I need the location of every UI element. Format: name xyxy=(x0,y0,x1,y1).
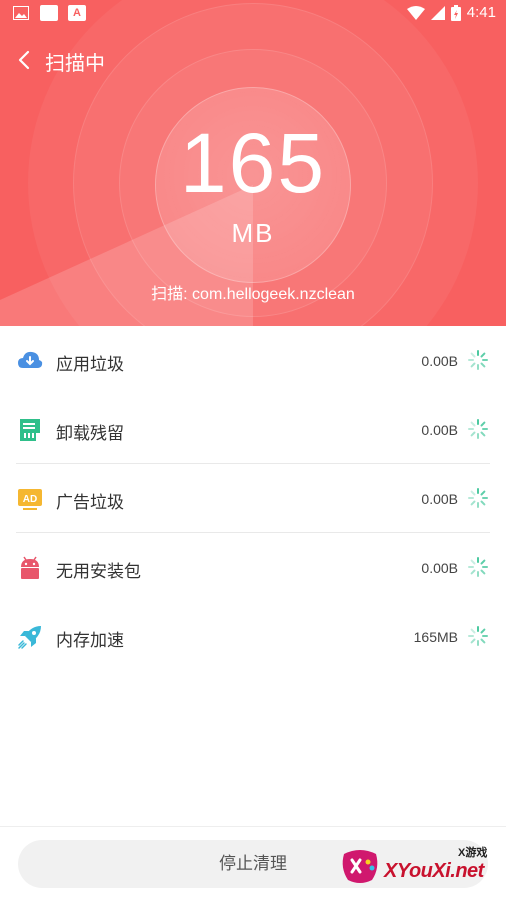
page-title: 扫描中 xyxy=(45,53,105,75)
image-notification-icon xyxy=(12,5,30,21)
document-notification-icon xyxy=(40,5,58,21)
scan-hero: A 4:41 扫描中 165 MB 扫描: com.hellogeek.nzcl… xyxy=(0,0,506,326)
category-label: 无用安装包 xyxy=(56,562,141,581)
list-item-useless-apk[interactable]: 无用安装包 0.00B xyxy=(0,533,506,602)
category-label: 应用垃圾 xyxy=(56,355,124,374)
battery-icon xyxy=(450,4,461,21)
list-item-memory-boost[interactable]: 内存加速 165MB xyxy=(0,602,506,671)
loading-spinner-icon xyxy=(468,350,488,370)
font-notification-icon: A xyxy=(68,5,86,21)
status-time: 4:41 xyxy=(466,4,496,21)
category-label: 卸载残留 xyxy=(56,424,124,443)
scanning-item: 扫描: com.hellogeek.nzclean xyxy=(151,286,355,303)
category-size: 165MB xyxy=(413,629,458,645)
uninstall-residue-icon xyxy=(20,419,40,441)
status-bar: A 4:41 xyxy=(0,0,506,28)
loading-spinner-icon xyxy=(468,557,488,577)
rocket-icon xyxy=(18,626,41,649)
list-item-uninstall-residue[interactable]: 卸载残留 0.00B xyxy=(0,395,506,464)
category-size: 0.00B xyxy=(421,422,458,438)
junk-category-list: 应用垃圾 0.00B 卸载残留 0.00B AD 广告垃圾 0.00B 无用安装… xyxy=(0,326,506,671)
svg-text:AD: AD xyxy=(23,494,37,505)
app-bar: 扫描中 xyxy=(0,40,506,80)
category-size: 0.00B xyxy=(421,560,458,576)
watermark-logo-icon xyxy=(342,850,378,883)
ad-icon: AD xyxy=(18,489,42,510)
loading-spinner-icon xyxy=(468,626,488,646)
loading-spinner-icon xyxy=(468,488,488,508)
category-size: 0.00B xyxy=(421,353,458,369)
cloud-download-icon xyxy=(18,351,43,368)
category-size: 0.00B xyxy=(421,491,458,507)
watermark-text: XYouXi.net xyxy=(384,860,484,882)
list-item-ad-junk[interactable]: AD 广告垃圾 0.00B xyxy=(0,464,506,533)
back-arrow-icon[interactable] xyxy=(14,48,36,72)
site-watermark: X游戏 XYouXi.net xyxy=(338,840,502,896)
signal-icon xyxy=(430,5,445,20)
watermark-top-text: X游戏 xyxy=(458,847,488,859)
scanned-size-unit: MB xyxy=(231,218,275,248)
category-label: 广告垃圾 xyxy=(56,493,124,512)
loading-spinner-icon xyxy=(468,419,488,439)
android-package-icon xyxy=(21,556,39,579)
scanned-size-value: 165 xyxy=(179,116,327,210)
list-item-app-junk[interactable]: 应用垃圾 0.00B xyxy=(0,326,506,395)
category-label: 内存加速 xyxy=(56,631,124,650)
wifi-icon xyxy=(406,5,425,20)
